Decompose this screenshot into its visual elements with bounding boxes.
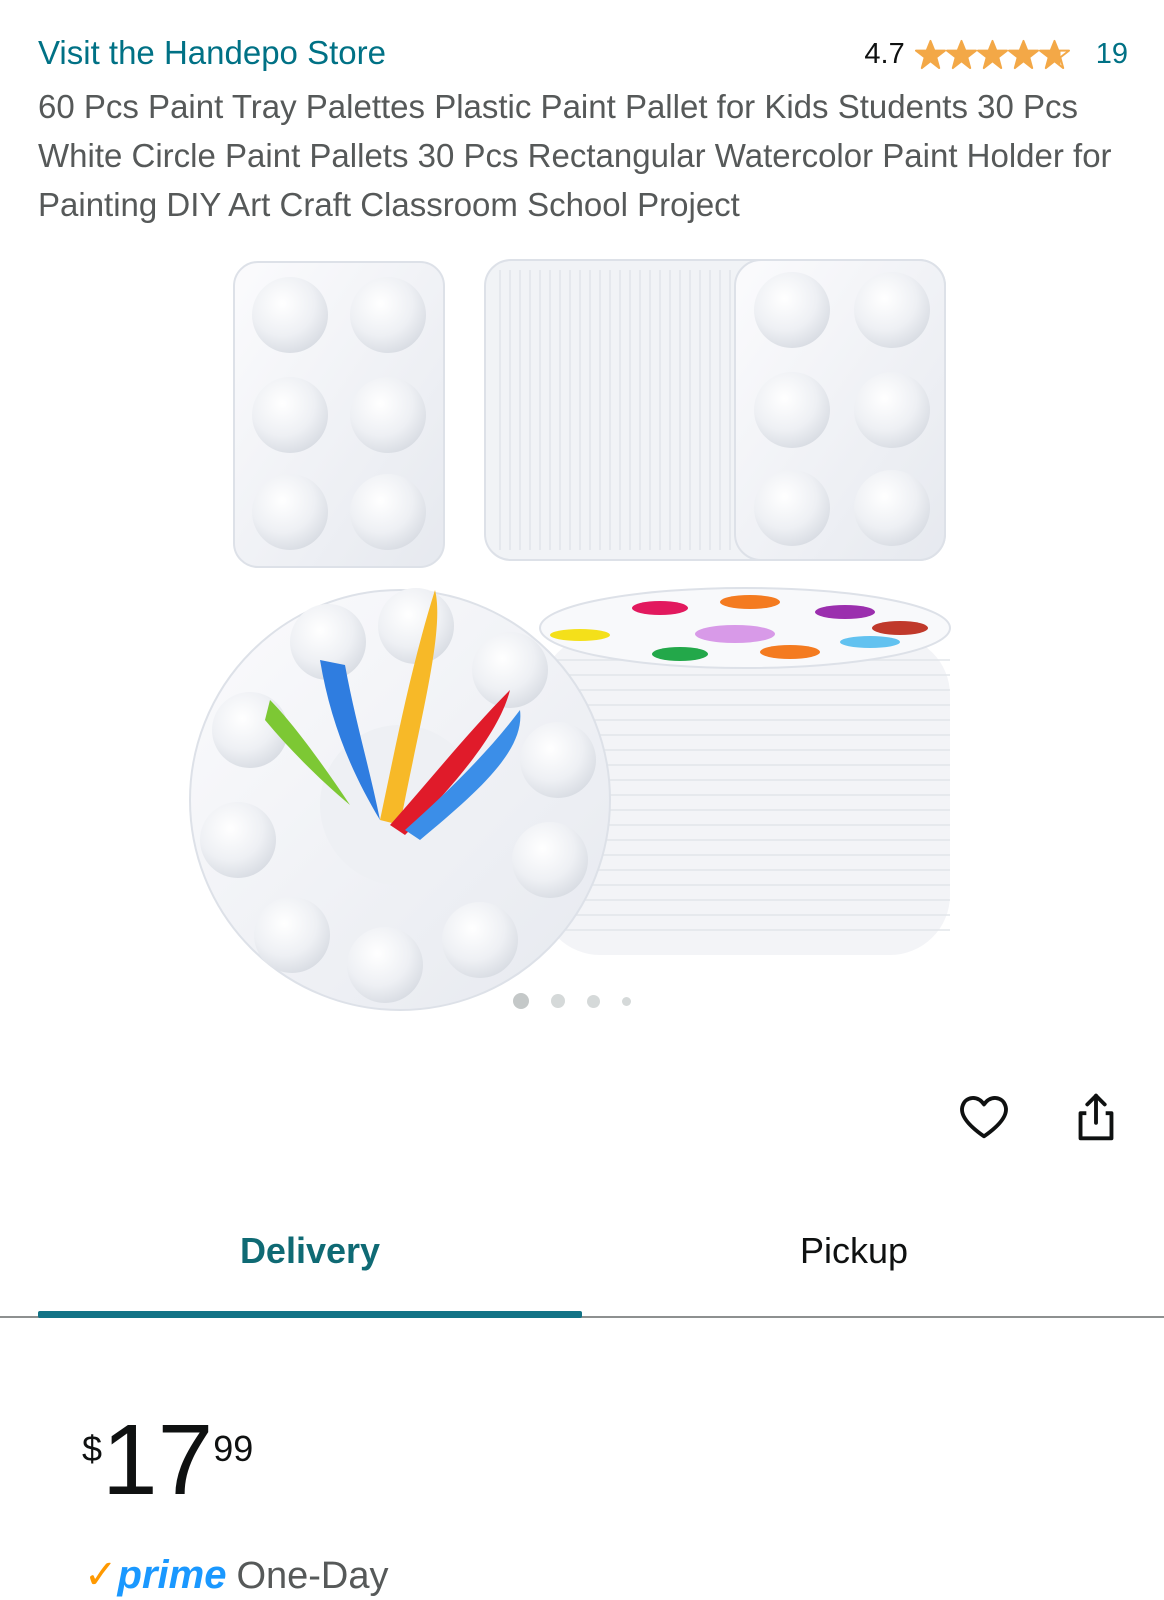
price: $ 17 99 — [82, 1410, 253, 1510]
star-icon — [1007, 39, 1039, 70]
review-count-link[interactable]: 19 — [1096, 38, 1128, 71]
tab-pickup[interactable]: Pickup — [582, 1230, 1126, 1272]
prime-delivery-speed: One-Day — [236, 1555, 389, 1597]
tab-delivery[interactable]: Delivery — [38, 1230, 582, 1272]
share-icon[interactable] — [1067, 1088, 1125, 1146]
pagination-dot[interactable] — [587, 994, 600, 1008]
product-image-illustration — [189, 259, 951, 1011]
star-icon — [976, 39, 1008, 70]
pagination-dot[interactable] — [551, 994, 565, 1008]
star-icon — [1038, 39, 1070, 70]
prime-logo: prime — [117, 1553, 227, 1597]
star-icon — [914, 39, 946, 70]
rating-value: 4.7 — [864, 38, 905, 70]
price-whole: 17 — [102, 1404, 214, 1516]
product-image[interactable] — [180, 250, 980, 1050]
rating-summary[interactable]: 4.7 19 — [864, 38, 1128, 71]
product-actions — [955, 1088, 1125, 1146]
image-pagination[interactable] — [513, 993, 653, 1009]
visit-store-link[interactable]: Visit the Handepo Store — [38, 34, 386, 72]
prime-badge: ✓ prime One-Day — [84, 1552, 389, 1598]
price-fraction: 99 — [213, 1428, 254, 1469]
active-tab-indicator — [38, 1311, 582, 1318]
pagination-dot[interactable] — [622, 996, 631, 1006]
store-row: Visit the Handepo Store 4.7 19 — [38, 30, 1128, 76]
star-icon — [945, 39, 977, 70]
product-title: 60 Pcs Paint Tray Palettes Plastic Paint… — [38, 88, 1112, 223]
pagination-dot[interactable] — [513, 993, 529, 1009]
heart-icon[interactable] — [955, 1088, 1013, 1146]
prime-check-icon: ✓ — [84, 1553, 118, 1597]
fulfillment-tabs: Delivery Pickup — [0, 1200, 1164, 1320]
price-currency-symbol: $ — [82, 1428, 103, 1469]
star-rating — [914, 39, 1070, 70]
